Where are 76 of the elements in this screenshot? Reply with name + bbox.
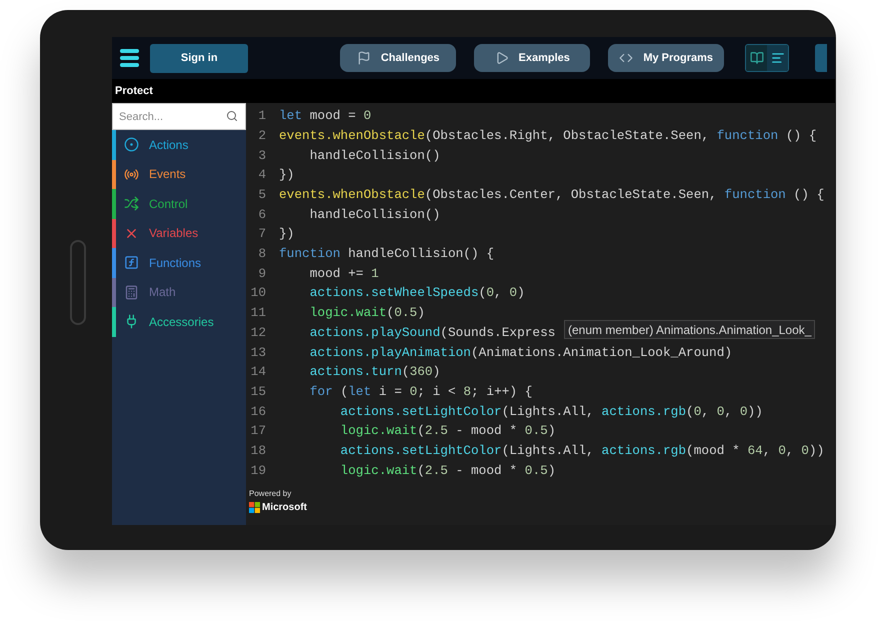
code-line: logic.wait(2.5 - mood * 0.5) (339, 462, 556, 480)
line-number: 1 (257, 107, 267, 126)
code-line: actions.setLightColor(Lights.All, actions.rgb(mood * 64, 0, 0)) (339, 442, 824, 460)
search-field[interactable]: Search... (112, 103, 246, 130)
search-icon (226, 110, 238, 122)
code-line: for (let i = 0; i < 8; i++) { (308, 382, 532, 401)
brand-name: Microsoft (262, 501, 307, 515)
line-number: 16 (250, 402, 267, 421)
line-number: 12 (250, 324, 267, 342)
category-label: Variables (149, 225, 198, 242)
category-label: Events (149, 166, 186, 184)
category-item[interactable]: Actions (112, 130, 246, 160)
plug-icon (124, 314, 139, 330)
code-line: }) (279, 225, 294, 244)
code-line: actions.setWheelSpeeds(0, 0) (308, 284, 525, 302)
line-number: 6 (257, 206, 267, 224)
category-item[interactable]: Functions (112, 248, 246, 278)
lines-icon (770, 51, 785, 65)
category-label: Functions (149, 254, 202, 272)
code-line: handleCollision() (308, 206, 440, 224)
line-number: 9 (257, 264, 267, 283)
line-number: 7 (257, 225, 267, 244)
hover-tooltip: (enum member) Animations.Animation_Look_ (564, 320, 816, 339)
sign-in-button[interactable]: Sign in (150, 44, 248, 72)
line-number: 3 (257, 146, 267, 165)
category-label: Math (149, 284, 176, 302)
code-line: logic.wait(0.5) (308, 304, 425, 322)
menu-icon[interactable] (120, 49, 140, 67)
code-line: events.whenObstacle(Obstacles.Right, ObstacleState.Seen, function () { (279, 126, 817, 145)
text-view-button[interactable] (767, 45, 788, 71)
code-line: events.whenObstacle(Obstacles.Center, ObstacleState.Seen, function () { (279, 186, 824, 204)
broadcast-icon (124, 166, 139, 182)
code-line: let mood = 0 (279, 107, 372, 126)
line-number: 2 (257, 126, 267, 145)
windows-logo-icon (249, 502, 260, 513)
line-number: 8 (257, 245, 267, 264)
category-item[interactable]: Accessories (112, 307, 246, 336)
line-number: 14 (250, 363, 267, 382)
category-item[interactable]: Variables (112, 218, 246, 248)
line-number: 13 (250, 344, 267, 362)
line-number: 10 (250, 284, 267, 302)
calculator-icon (124, 284, 139, 300)
line-number: 11 (250, 304, 267, 322)
nav-tab[interactable]: Examples (474, 44, 590, 72)
line-number: 18 (250, 442, 267, 460)
line-number: 17 (250, 422, 267, 440)
category-label: Accessories (149, 314, 214, 331)
project-name: Protect (115, 84, 153, 99)
code-line: actions.turn(360) (308, 363, 440, 382)
nav-tab[interactable]: Challenges (340, 44, 456, 72)
target-icon (124, 137, 139, 152)
shuffle-icon (124, 196, 139, 212)
code-line: actions.playSound(Sounds.Express (308, 324, 556, 342)
code-line: mood += 1 (308, 264, 379, 283)
line-number: 15 (250, 382, 267, 401)
powered-by-text: Powered by (249, 488, 292, 500)
category-label: Control (149, 196, 188, 213)
nav-tab[interactable]: My Programs (608, 44, 724, 72)
line-number: 19 (250, 462, 267, 480)
play-icon (494, 51, 509, 65)
code-line: function handleCollision() { (279, 245, 494, 264)
code-line: actions.playAnimation(Animations.Animation_Look_Around) (308, 344, 732, 362)
category-label: Actions (149, 136, 188, 154)
function-icon (124, 255, 139, 270)
book-icon (750, 51, 764, 65)
code-line: logic.wait(2.5 - mood * 0.5) (339, 422, 556, 440)
category-item[interactable]: Control (112, 189, 246, 218)
category-item[interactable]: Events (112, 160, 246, 189)
code-line: handleCollision() (308, 146, 440, 165)
line-number: 5 (257, 186, 267, 204)
book-view-button[interactable] (746, 45, 768, 71)
code-icon (619, 51, 634, 65)
code-line: }) (279, 166, 294, 184)
line-number: 4 (257, 166, 267, 184)
code-line: actions.setLightColor(Lights.All, actions.rgb(0, 0, 0)) (339, 402, 763, 421)
flag-icon (356, 51, 371, 65)
